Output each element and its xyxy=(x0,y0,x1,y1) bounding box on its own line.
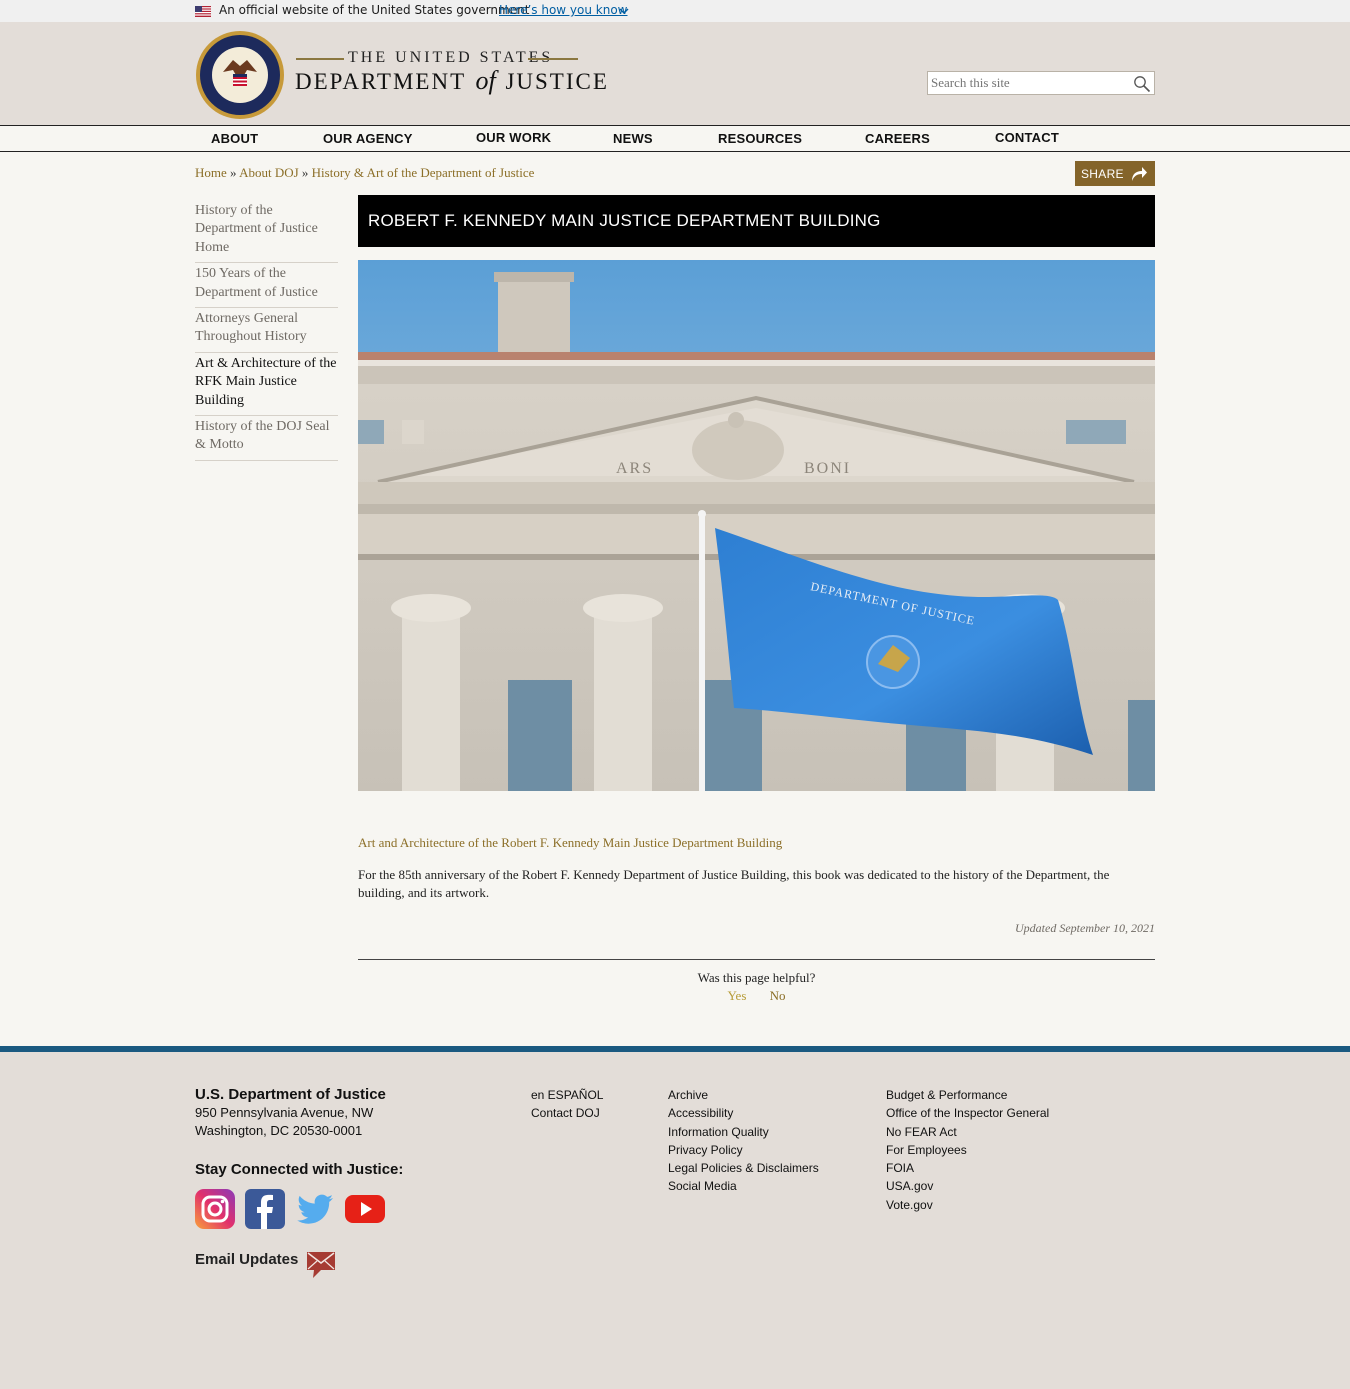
helpful-no-button[interactable]: No xyxy=(770,988,786,1003)
helpful-yes-button[interactable]: Yes xyxy=(727,988,746,1003)
footer-link-no-fear-act[interactable]: No FEAR Act xyxy=(886,1123,1049,1141)
wordmark-justice: JUSTICE xyxy=(505,69,609,94)
footer-link-social-media[interactable]: Social Media xyxy=(668,1177,819,1195)
instagram-icon[interactable] xyxy=(195,1189,235,1229)
sidebar-item-attorneys-general[interactable]: Attorneys General Throughout History xyxy=(195,308,338,353)
wordmark-rule-left xyxy=(296,58,344,60)
official-gov-banner: An official website of the United States… xyxy=(0,0,1350,22)
breadcrumb-separator: » xyxy=(230,165,237,180)
heres-how-you-know-link[interactable]: Here’s how you know xyxy=(499,3,628,17)
art-architecture-book-link[interactable]: Art and Architecture of the Robert F. Ke… xyxy=(358,835,782,851)
main-nav: ABOUT OUR AGENCY OUR WORK NEWS RESOURCES… xyxy=(0,125,1350,152)
footer-link-contact-doj[interactable]: Contact DOJ xyxy=(531,1104,603,1122)
breadcrumb-home[interactable]: Home xyxy=(195,165,227,180)
page-title-bar: ROBERT F. KENNEDY MAIN JUSTICE DEPARTMEN… xyxy=(358,195,1155,247)
sidebar-item-150-years[interactable]: 150 Years of the Department of Justice xyxy=(195,263,338,309)
share-label: SHARE xyxy=(1081,167,1124,181)
chevron-down-icon[interactable] xyxy=(619,6,629,16)
stay-connected-heading: Stay Connected with Justice: xyxy=(195,1161,404,1178)
footer-link-legal-policies[interactable]: Legal Policies & Disclaimers xyxy=(668,1159,819,1177)
sidebar-nav: History of the Department of Justice Hom… xyxy=(195,200,338,461)
sidebar-item-art-architecture[interactable]: Art & Architecture of the RFK Main Justi… xyxy=(195,353,338,417)
footer-link-foia[interactable]: FOIA xyxy=(886,1159,1049,1177)
wordmark-department-of-justice[interactable]: DEPARTMENT of JUSTICE xyxy=(295,66,609,96)
pediment-inscription-ars: ARS xyxy=(616,460,653,477)
wordmark-rule-right xyxy=(528,58,578,60)
wordmark-department: DEPARTMENT xyxy=(295,69,466,94)
footer-link-budget-performance[interactable]: Budget & Performance xyxy=(886,1086,1049,1104)
twitter-icon[interactable] xyxy=(295,1189,335,1229)
email-updates-link[interactable]: Email Updates xyxy=(195,1251,298,1268)
wordmark-united-states: THE UNITED STATES xyxy=(348,49,554,66)
footer-link-espanol[interactable]: en ESPAÑOL xyxy=(531,1086,603,1104)
share-arrow-icon xyxy=(1132,167,1147,181)
footer-link-privacy-policy[interactable]: Privacy Policy xyxy=(668,1141,819,1159)
pediment-inscription-boni: BONI xyxy=(804,460,851,477)
breadcrumb-about-doj[interactable]: About DOJ xyxy=(239,165,299,180)
helpful-question: Was this page helpful? xyxy=(697,970,816,985)
footer-link-archive[interactable]: Archive xyxy=(668,1086,819,1104)
nav-careers[interactable]: CAREERS xyxy=(865,131,930,146)
updated-date: Updated September 10, 2021 xyxy=(1015,921,1155,935)
footer-address: 950 Pennsylvania Avenue, NW Washington, … xyxy=(195,1104,373,1140)
footer-address-line2: Washington, DC 20530-0001 xyxy=(195,1123,363,1138)
footer-links-col2: Archive Accessibility Information Qualit… xyxy=(668,1086,819,1196)
footer-links-col3: Budget & Performance Office of the Inspe… xyxy=(886,1086,1049,1214)
nav-our-work[interactable]: OUR WORK xyxy=(476,130,551,145)
footer-link-for-employees[interactable]: For Employees xyxy=(886,1141,1049,1159)
footer-link-usa-gov[interactable]: USA.gov xyxy=(886,1177,1049,1195)
site-footer: U.S. Department of Justice 950 Pennsylva… xyxy=(0,1052,1350,1389)
site-header: THE UNITED STATES DEPARTMENT of JUSTICE xyxy=(0,22,1350,125)
breadcrumb: Home » About DOJ » History & Art of the … xyxy=(195,165,534,181)
building-flag-image: ARS BONI DEPARTMENT OF JUSTICE xyxy=(358,260,1155,791)
footer-link-accessibility[interactable]: Accessibility xyxy=(668,1104,819,1122)
doj-seal-logo[interactable] xyxy=(195,30,285,120)
footer-link-inspector-general[interactable]: Office of the Inspector General xyxy=(886,1104,1049,1122)
footer-org-name: U.S. Department of Justice xyxy=(195,1086,386,1103)
breadcrumb-history-art[interactable]: History & Art of the Department of Justi… xyxy=(312,165,535,180)
youtube-icon[interactable] xyxy=(345,1189,385,1229)
footer-links-col1: en ESPAÑOL Contact DOJ xyxy=(531,1086,603,1123)
page-title: ROBERT F. KENNEDY MAIN JUSTICE DEPARTMEN… xyxy=(368,211,881,230)
nav-about[interactable]: ABOUT xyxy=(211,131,258,146)
mail-icon[interactable] xyxy=(305,1250,337,1280)
wordmark-of: of xyxy=(475,66,496,95)
footer-link-information-quality[interactable]: Information Quality xyxy=(668,1123,819,1141)
building-flag-photo: ARS BONI DEPARTMENT OF JUSTICE xyxy=(358,260,1155,791)
us-flag-icon xyxy=(195,6,211,17)
breadcrumb-separator: » xyxy=(301,165,309,180)
body-paragraph: For the 85th anniversary of the Robert F… xyxy=(358,867,1110,900)
nav-news[interactable]: NEWS xyxy=(613,131,653,146)
sidebar-item-seal-motto[interactable]: History of the DOJ Seal & Motto xyxy=(195,416,338,461)
search-input[interactable] xyxy=(928,72,1123,94)
nav-resources[interactable]: RESOURCES xyxy=(718,131,802,146)
footer-link-vote-gov[interactable]: Vote.gov xyxy=(886,1196,1049,1214)
divider xyxy=(358,959,1155,960)
share-button[interactable]: SHARE xyxy=(1075,161,1155,186)
footer-address-line1: 950 Pennsylvania Avenue, NW xyxy=(195,1105,374,1120)
facebook-icon[interactable] xyxy=(245,1189,285,1229)
search-icon[interactable] xyxy=(1133,75,1151,93)
nav-contact[interactable]: CONTACT xyxy=(995,130,1059,145)
official-site-text: An official website of the United States… xyxy=(219,3,530,17)
search-box xyxy=(927,71,1155,95)
helpful-buttons: Yes No xyxy=(358,988,1155,1004)
sidebar-item-doj-history-home[interactable]: History of the Department of Justice Hom… xyxy=(195,200,338,264)
nav-our-agency[interactable]: OUR AGENCY xyxy=(323,131,413,146)
